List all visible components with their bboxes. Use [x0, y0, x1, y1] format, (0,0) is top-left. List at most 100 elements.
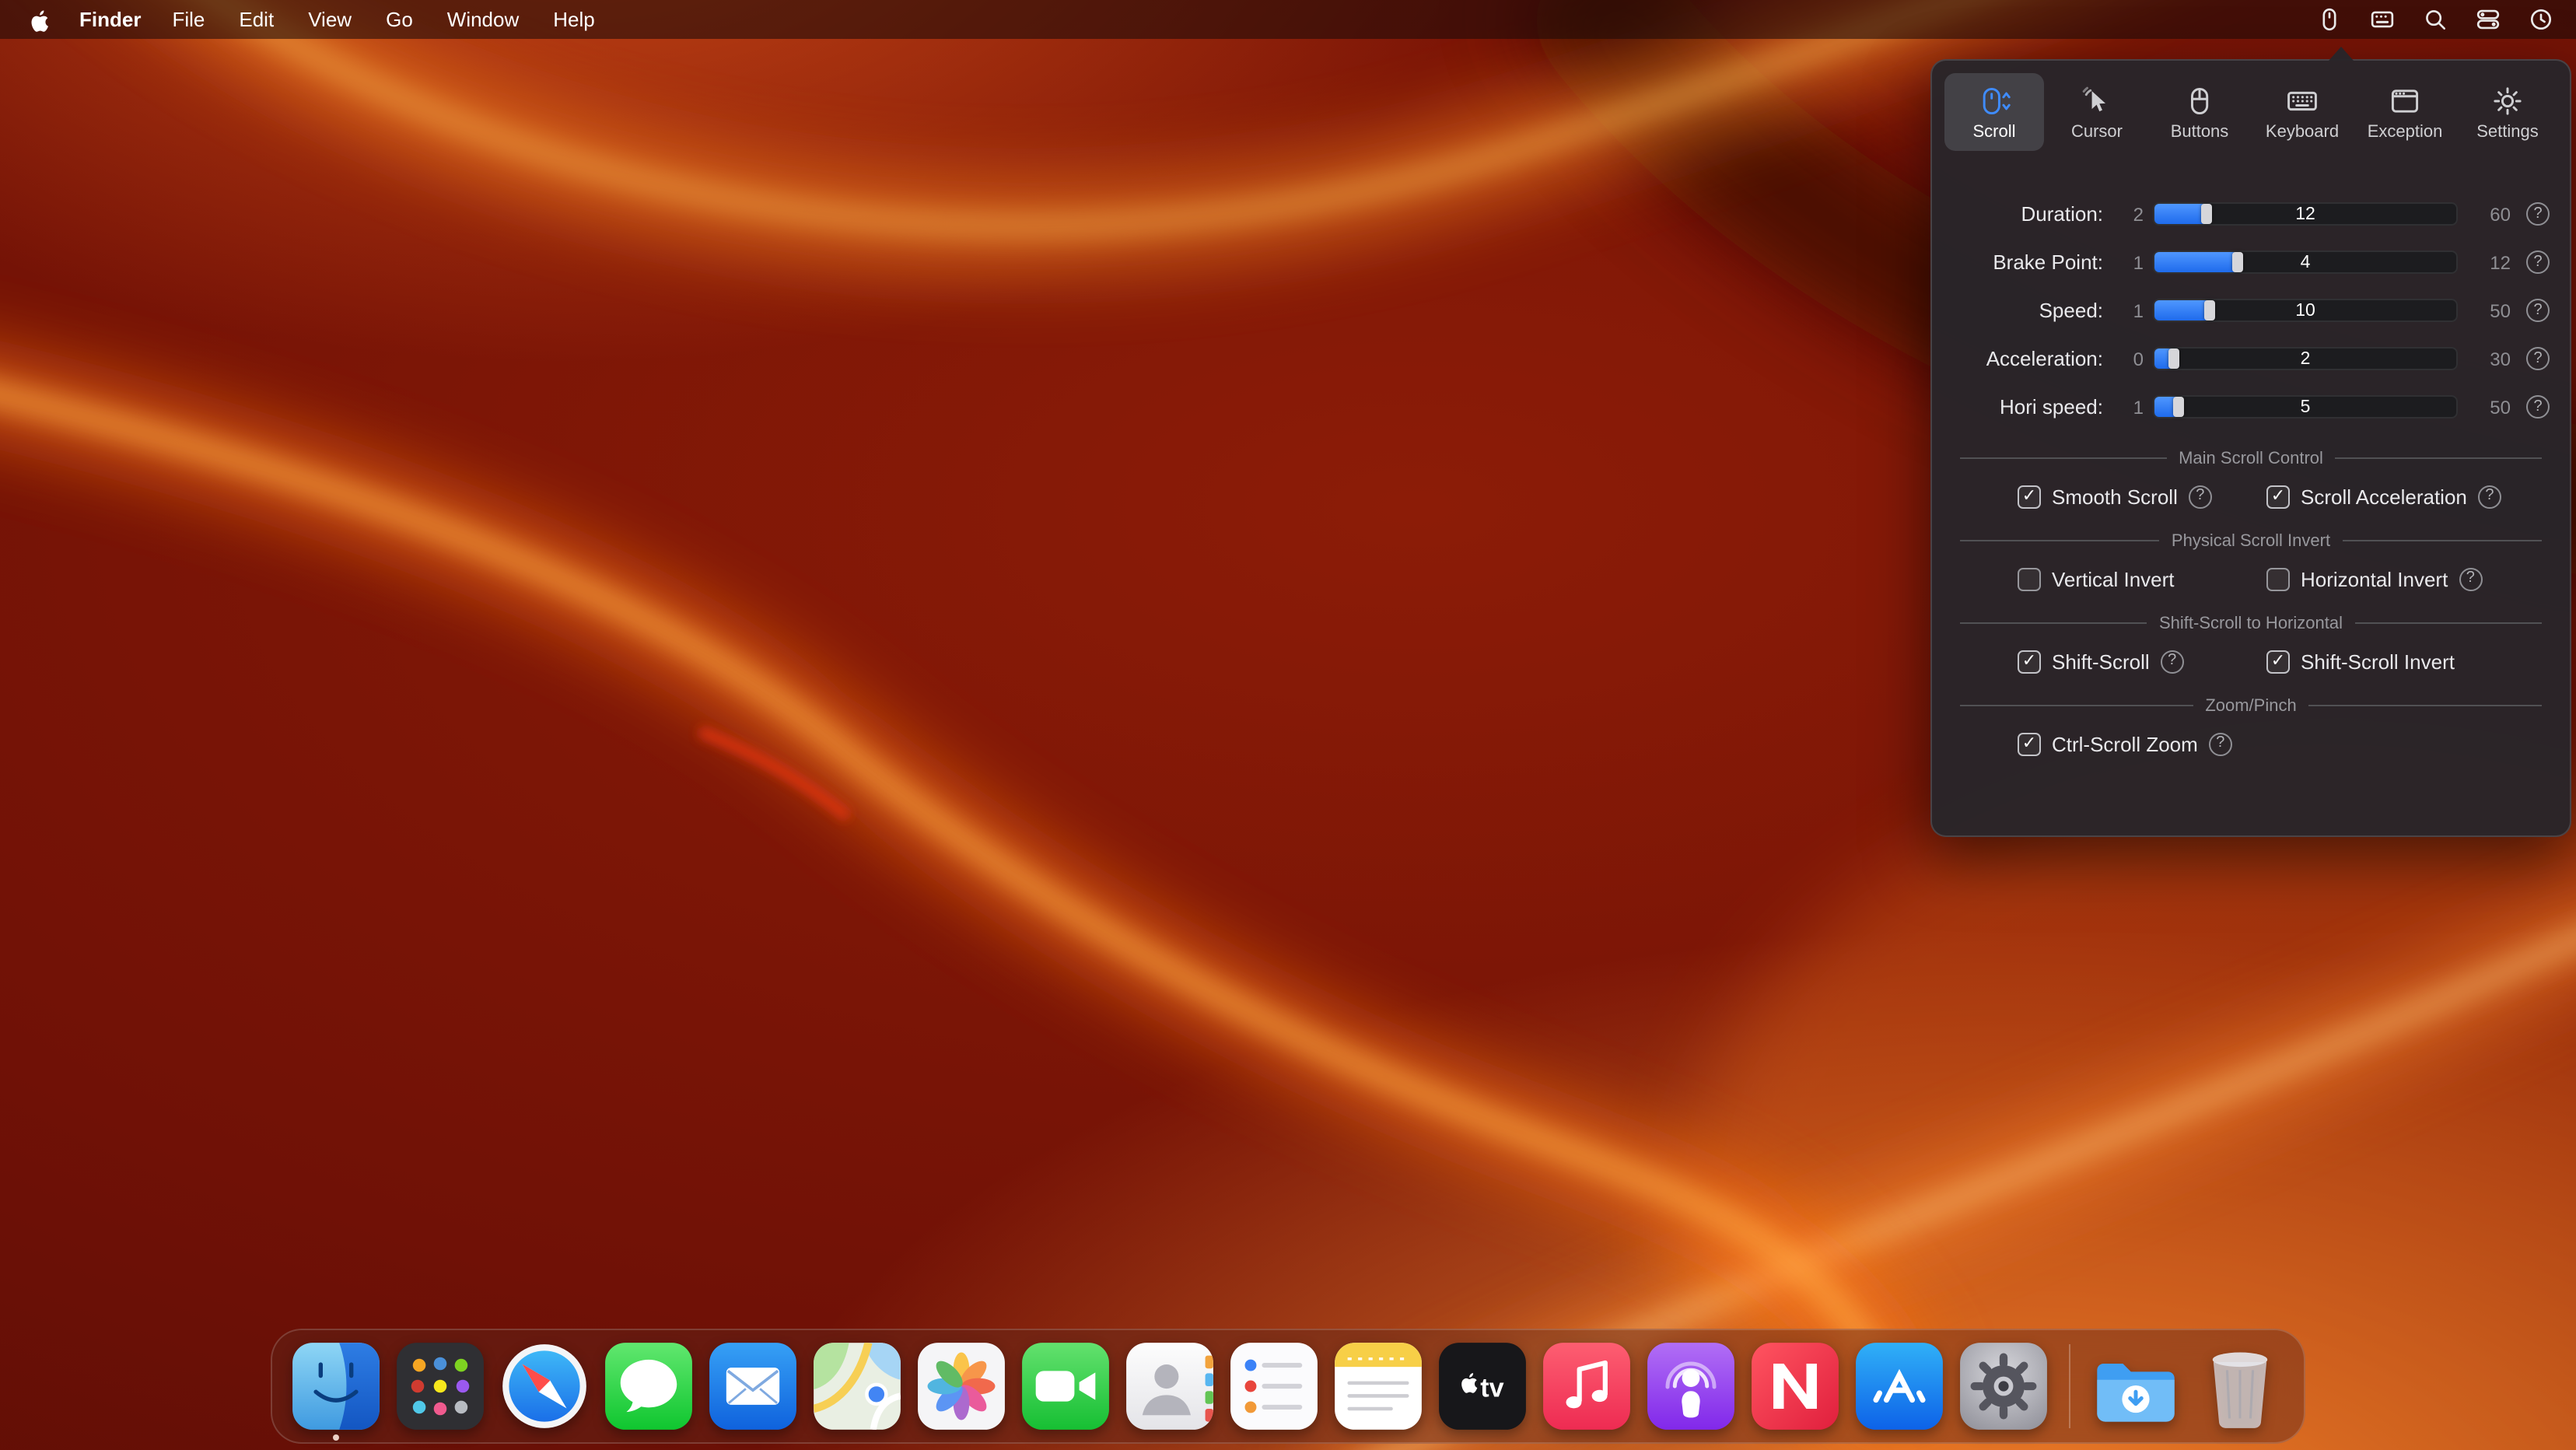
- slider-value: 5: [2153, 395, 2458, 419]
- active-app-name[interactable]: Finder: [79, 8, 141, 31]
- tab-keyboard[interactable]: Keyboard: [2252, 73, 2352, 151]
- slider-row-duration: Duration:21260?: [1941, 191, 2570, 236]
- dock-item-trash[interactable]: [2195, 1341, 2285, 1431]
- panel-sliders: Duration:21260?Brake Point:1412?Speed:11…: [1932, 191, 2570, 429]
- slider-row-speed: Speed:11050?: [1941, 288, 2570, 333]
- checkbox-row: Vertical InvertHorizontal Invert?: [1960, 563, 2542, 594]
- tab-buttons[interactable]: Buttons: [2150, 73, 2249, 151]
- dock: tv: [271, 1329, 2305, 1444]
- dock-item-downloads[interactable]: [2091, 1341, 2181, 1431]
- tab-label: Scroll: [1972, 122, 2015, 141]
- apple-logo-icon: [28, 7, 48, 32]
- music-app-icon: [1542, 1341, 1632, 1431]
- menu-file[interactable]: File: [172, 8, 205, 31]
- section-title-shift-scroll-to-horizontal: Shift-Scroll to Horizontal: [1960, 613, 2542, 633]
- slider-track[interactable]: 4: [2153, 250, 2458, 274]
- menu-view[interactable]: View: [308, 8, 352, 31]
- slider-track[interactable]: 5: [2153, 395, 2458, 419]
- dock-item-finder[interactable]: [291, 1341, 381, 1431]
- checkbox-horizontal-invert[interactable]: [2266, 567, 2290, 590]
- panel-tabs: Scroll Cursor Buttons Keyboard Exception Sett…: [1932, 61, 2570, 151]
- tab-exception[interactable]: Exception: [2355, 73, 2455, 151]
- help-icon[interactable]: ?: [2526, 395, 2550, 419]
- dock-item-maps[interactable]: [812, 1341, 902, 1431]
- checkbox-row: ✓Shift-Scroll?✓Shift-Scroll Invert: [1960, 646, 2542, 677]
- tab-cursor[interactable]: Cursor: [2047, 73, 2147, 151]
- checkbox-ctrl-scroll-zoom[interactable]: ✓: [2018, 732, 2041, 755]
- panel-sections: Main Scroll Control✓Smooth Scroll?✓Scrol…: [1932, 448, 2570, 759]
- check-item-scroll-acceleration: ✓Scroll Acceleration?: [2266, 485, 2501, 508]
- menu-edit[interactable]: Edit: [239, 8, 274, 31]
- help-icon[interactable]: ?: [2209, 732, 2232, 755]
- checkbox-shift-scroll-invert[interactable]: ✓: [2266, 650, 2290, 673]
- help-icon[interactable]: ?: [2526, 202, 2550, 226]
- help-icon[interactable]: ?: [2459, 567, 2482, 590]
- checkbox-smooth-scroll[interactable]: ✓: [2018, 485, 2041, 508]
- slider-min: 1: [2116, 396, 2144, 418]
- dock-item-launchpad[interactable]: [395, 1341, 485, 1431]
- tab-label: Settings: [2476, 122, 2539, 141]
- mos-mouse-icon[interactable]: [2316, 6, 2343, 33]
- launchpad-app-icon: [395, 1341, 485, 1431]
- dock-item-reminders[interactable]: [1229, 1341, 1319, 1431]
- help-icon[interactable]: ?: [2478, 485, 2501, 508]
- dock-item-photos[interactable]: [916, 1341, 1006, 1431]
- help-icon[interactable]: ?: [2189, 485, 2212, 508]
- help-icon[interactable]: ?: [2526, 250, 2550, 274]
- tab-scroll[interactable]: Scroll: [1944, 73, 2044, 151]
- slider-row-hori-speed: Hori speed:1550?: [1941, 384, 2570, 429]
- slider-min: 1: [2116, 251, 2144, 273]
- menu-window[interactable]: Window: [447, 8, 520, 31]
- apple-menu[interactable]: [28, 6, 51, 33]
- dock-item-messages[interactable]: [604, 1341, 694, 1431]
- clock-icon[interactable]: [2528, 6, 2554, 33]
- check-item-ctrl-scroll-zoom: ✓Ctrl-Scroll Zoom?: [2018, 732, 2266, 755]
- safari-app-icon: [499, 1341, 590, 1431]
- tab-label: Exception: [2368, 122, 2443, 141]
- dock-item-safari[interactable]: [499, 1341, 590, 1431]
- tab-label: Buttons: [2171, 122, 2229, 141]
- checkbox-vertical-invert[interactable]: [2018, 567, 2041, 590]
- slider-track[interactable]: 2: [2153, 347, 2458, 370]
- section-title-physical-scroll-invert: Physical Scroll Invert: [1960, 531, 2542, 551]
- checkbox-scroll-acceleration[interactable]: ✓: [2266, 485, 2290, 508]
- dock-item-facetime[interactable]: [1020, 1341, 1111, 1431]
- slider-track[interactable]: 10: [2153, 299, 2458, 322]
- dock-item-contacts[interactable]: [1125, 1341, 1215, 1431]
- checkbox-label: Shift-Scroll Invert: [2301, 650, 2455, 673]
- dock-item-podcasts[interactable]: [1646, 1341, 1736, 1431]
- menu-help[interactable]: Help: [553, 8, 595, 31]
- trash-app-icon: [2195, 1341, 2285, 1431]
- finder-app-icon: [291, 1341, 381, 1431]
- keyboard-icon: [2285, 83, 2319, 117]
- messages-app-icon: [604, 1341, 694, 1431]
- spotlight-icon[interactable]: [2422, 6, 2448, 33]
- section-title-zoom-pinch: Zoom/Pinch: [1960, 695, 2542, 716]
- tab-label: Keyboard: [2266, 122, 2339, 141]
- input-source-icon[interactable]: [2369, 6, 2396, 33]
- checkbox-shift-scroll[interactable]: ✓: [2018, 650, 2041, 673]
- tab-settings[interactable]: Settings: [2458, 73, 2557, 151]
- slider-value: 4: [2153, 250, 2458, 274]
- menu-go[interactable]: Go: [386, 8, 413, 31]
- slider-track[interactable]: 12: [2153, 202, 2458, 226]
- help-icon[interactable]: ?: [2526, 299, 2550, 322]
- tab-label: Cursor: [2071, 122, 2123, 141]
- dock-item-app-store[interactable]: [1854, 1341, 1944, 1431]
- dock-item-system-preferences[interactable]: [1958, 1341, 2049, 1431]
- mos-preferences-popover: Scroll Cursor Buttons Keyboard Exception Sett…: [1930, 59, 2571, 837]
- check-item-horizontal-invert: Horizontal Invert?: [2266, 567, 2482, 590]
- slider-max: 50: [2470, 299, 2511, 321]
- dock-item-music[interactable]: [1542, 1341, 1632, 1431]
- control-center-icon[interactable]: [2475, 6, 2501, 33]
- dock-item-mail[interactable]: [708, 1341, 798, 1431]
- dock-item-news[interactable]: [1750, 1341, 1840, 1431]
- slider-min: 1: [2116, 299, 2144, 321]
- slider-label: Duration:: [1941, 202, 2116, 226]
- help-icon[interactable]: ?: [2526, 347, 2550, 370]
- dock-item-tv[interactable]: tv: [1437, 1341, 1528, 1431]
- slider-row-brake-point: Brake Point:1412?: [1941, 240, 2570, 285]
- help-icon[interactable]: ?: [2161, 650, 2184, 673]
- dock-item-notes[interactable]: [1333, 1341, 1423, 1431]
- scroll-icon: [1977, 83, 2011, 117]
